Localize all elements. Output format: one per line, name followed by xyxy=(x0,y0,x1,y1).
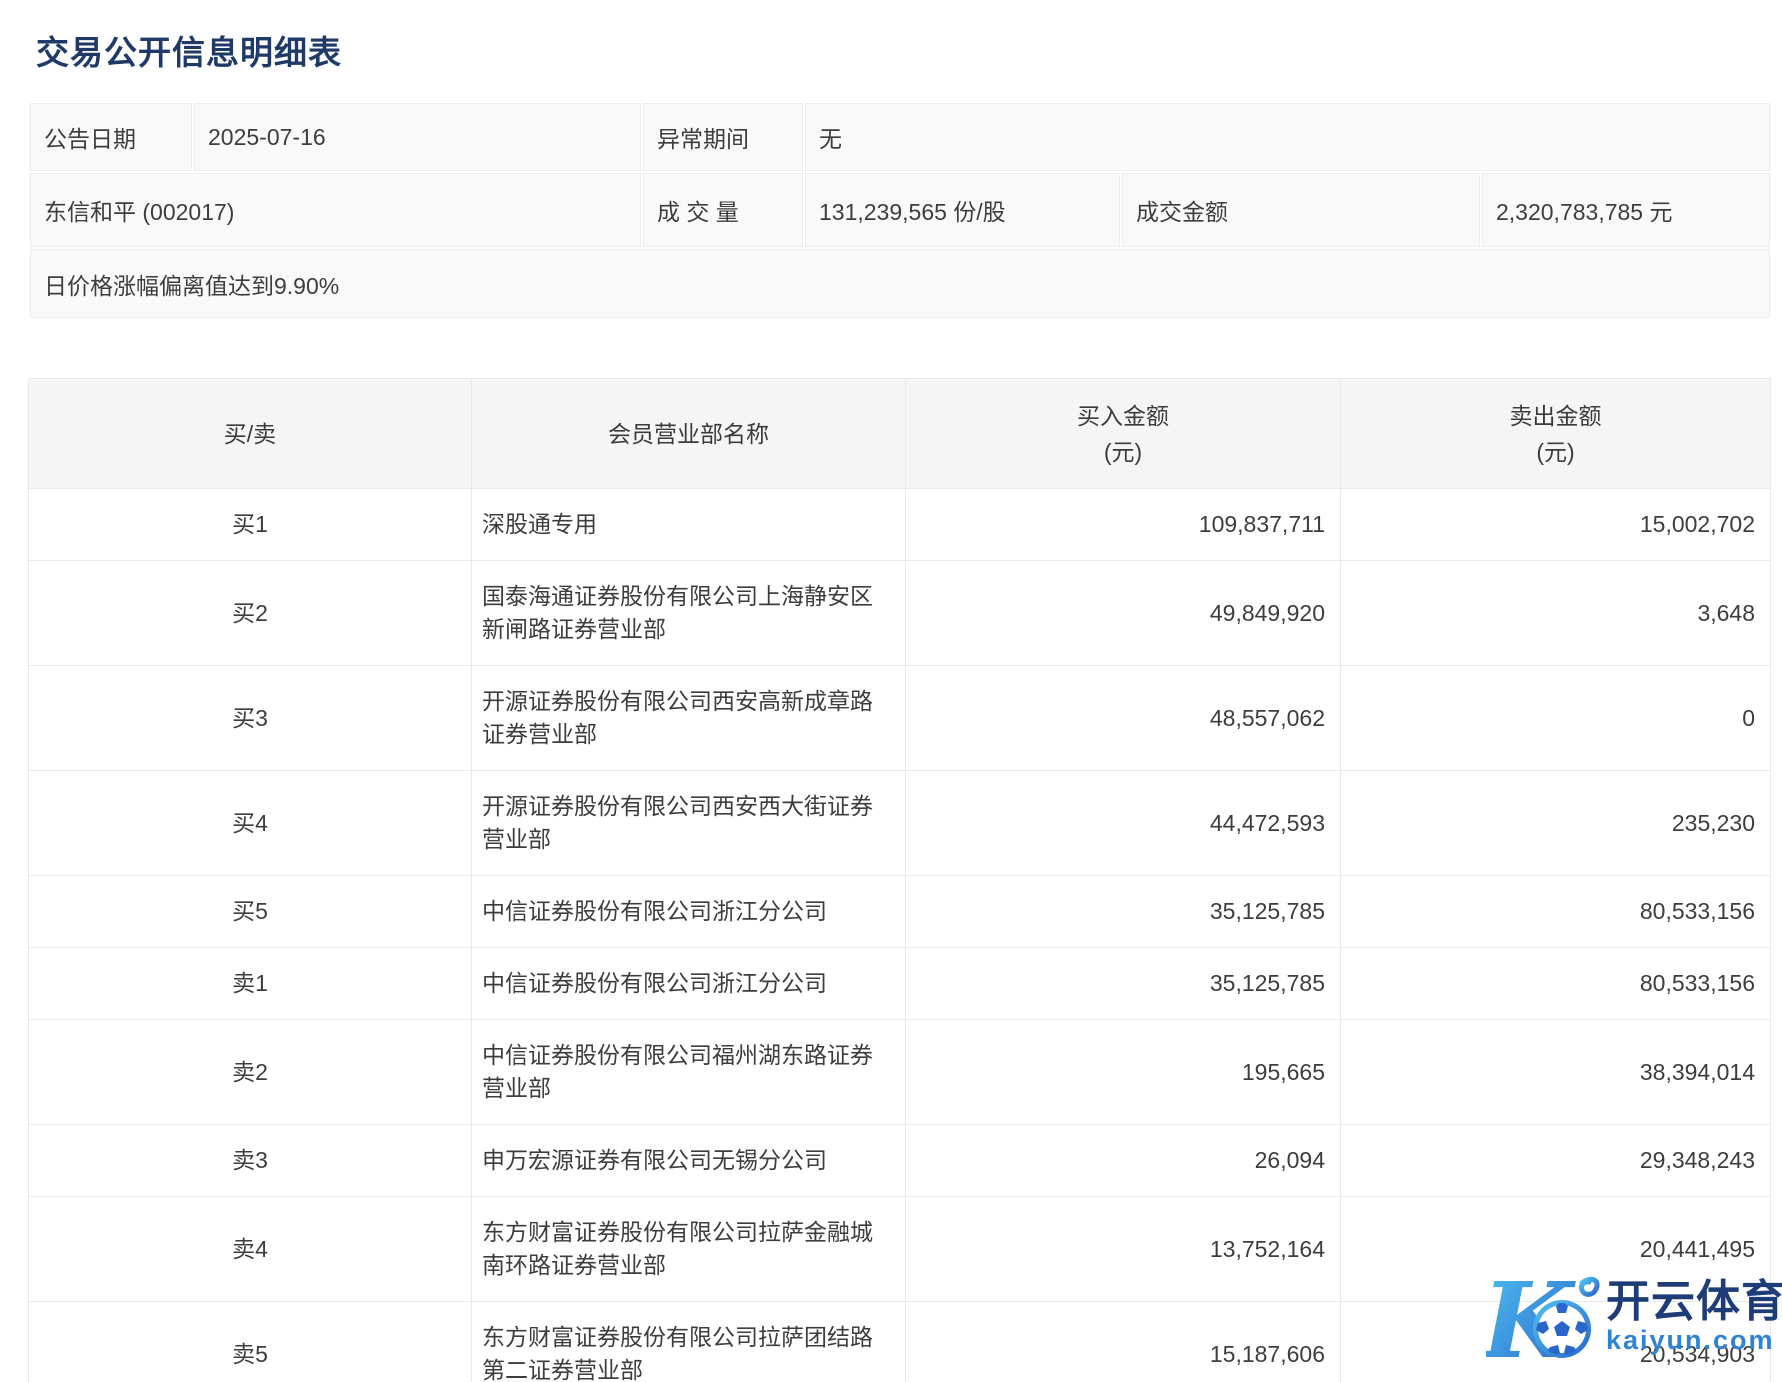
trade-disclosure-page: 交易公开信息明细表 公告日期 2025-07-16 异常期间 无 东信和平 (0… xyxy=(0,0,1782,1382)
row-branch: 东方财富证券股份有限公司拉萨团结路第二证券营业部 xyxy=(472,1302,906,1382)
page-title: 交易公开信息明细表 xyxy=(36,26,342,74)
row-buy-amount: 49,849,920 xyxy=(906,561,1341,666)
row-sell-amount: 80,533,156 xyxy=(1341,948,1771,1020)
table-row: 卖2 中信证券股份有限公司福州湖东路证券营业部 195,665 38,394,0… xyxy=(29,1020,1771,1125)
col-header-buy: 买入金额 (元) xyxy=(906,379,1341,489)
col-header-side: 买/卖 xyxy=(29,379,472,489)
row-branch: 申万宏源证券有限公司无锡分公司 xyxy=(472,1125,906,1197)
row-branch: 开源证券股份有限公司西安高新成章路证券营业部 xyxy=(472,666,906,771)
row-buy-amount: 35,125,785 xyxy=(906,876,1341,948)
col-header-branch: 会员营业部名称 xyxy=(472,379,906,489)
table-row: 买1 深股通专用 109,837,711 15,002,702 xyxy=(29,489,1771,561)
col-header-sell: 卖出金额 (元) xyxy=(1341,379,1771,489)
broker-table-header-row: 买/卖 会员营业部名称 买入金额 (元) 卖出金额 (元) xyxy=(29,379,1771,489)
row-sell-amount: 20,534,903 xyxy=(1341,1302,1771,1382)
table-row: 买5 中信证券股份有限公司浙江分公司 35,125,785 80,533,156 xyxy=(29,876,1771,948)
row-sell-amount: 20,441,495 xyxy=(1341,1197,1771,1302)
row-side: 卖1 xyxy=(29,948,472,1020)
row-branch: 中信证券股份有限公司浙江分公司 xyxy=(472,876,906,948)
row-branch: 国泰海通证券股份有限公司上海静安区新闸路证券营业部 xyxy=(472,561,906,666)
table-row: 卖3 申万宏源证券有限公司无锡分公司 26,094 29,348,243 xyxy=(29,1125,1771,1197)
row-branch: 开源证券股份有限公司西安西大街证券营业部 xyxy=(472,771,906,876)
row-buy-amount: 109,837,711 xyxy=(906,489,1341,561)
stock-name: 东信和平 (002017) xyxy=(30,173,641,247)
row-side: 买2 xyxy=(29,561,472,666)
table-row: 卖1 中信证券股份有限公司浙江分公司 35,125,785 80,533,156 xyxy=(29,948,1771,1020)
row-sell-amount: 29,348,243 xyxy=(1341,1125,1771,1197)
row-side: 卖5 xyxy=(29,1302,472,1382)
row-branch: 深股通专用 xyxy=(472,489,906,561)
broker-table: 买/卖 会员营业部名称 买入金额 (元) 卖出金额 (元) 买1 深股通专用 1… xyxy=(28,378,1771,1382)
row-side: 买4 xyxy=(29,771,472,876)
row-buy-amount: 195,665 xyxy=(906,1020,1341,1125)
row-sell-amount: 3,648 xyxy=(1341,561,1771,666)
abnormal-period-label: 异常期间 xyxy=(643,103,803,171)
row-side: 卖3 xyxy=(29,1125,472,1197)
col-header-buy-line2: (元) xyxy=(907,434,1339,470)
price-deviation-note: 日价格涨幅偏离值达到9.90% xyxy=(30,249,1770,318)
announce-date-label: 公告日期 xyxy=(30,103,192,171)
row-branch: 中信证券股份有限公司福州湖东路证券营业部 xyxy=(472,1020,906,1125)
row-buy-amount: 48,557,062 xyxy=(906,666,1341,771)
table-row: 卖5 东方财富证券股份有限公司拉萨团结路第二证券营业部 15,187,606 2… xyxy=(29,1302,1771,1382)
summary-row-date: 公告日期 2025-07-16 异常期间 无 xyxy=(30,103,1770,171)
volume-value: 131,239,565 份/股 xyxy=(805,173,1120,247)
summary-row-note: 日价格涨幅偏离值达到9.90% xyxy=(30,249,1770,318)
row-side: 卖2 xyxy=(29,1020,472,1125)
row-side: 卖4 xyxy=(29,1197,472,1302)
row-sell-amount: 0 xyxy=(1341,666,1771,771)
announce-date-value: 2025-07-16 xyxy=(194,103,641,171)
row-sell-amount: 38,394,014 xyxy=(1341,1020,1771,1125)
col-header-sell-line1: 卖出金额 xyxy=(1342,398,1769,434)
summary-row-stock: 东信和平 (002017) 成 交 量 131,239,565 份/股 成交金额… xyxy=(30,173,1770,247)
col-header-sell-line2: (元) xyxy=(1342,434,1769,470)
turnover-value: 2,320,783,785 元 xyxy=(1482,173,1770,247)
summary-table: 公告日期 2025-07-16 异常期间 无 东信和平 (002017) 成 交… xyxy=(28,101,1772,320)
turnover-label: 成交金额 xyxy=(1122,173,1480,247)
table-row: 买2 国泰海通证券股份有限公司上海静安区新闸路证券营业部 49,849,920 … xyxy=(29,561,1771,666)
table-row: 买4 开源证券股份有限公司西安西大街证券营业部 44,472,593 235,2… xyxy=(29,771,1771,876)
row-side: 买1 xyxy=(29,489,472,561)
row-sell-amount: 15,002,702 xyxy=(1341,489,1771,561)
row-sell-amount: 235,230 xyxy=(1341,771,1771,876)
abnormal-period-value: 无 xyxy=(805,103,1770,171)
row-buy-amount: 35,125,785 xyxy=(906,948,1341,1020)
row-buy-amount: 26,094 xyxy=(906,1125,1341,1197)
row-sell-amount: 80,533,156 xyxy=(1341,876,1771,948)
row-side: 买3 xyxy=(29,666,472,771)
row-branch: 中信证券股份有限公司浙江分公司 xyxy=(472,948,906,1020)
col-header-buy-line1: 买入金额 xyxy=(907,398,1339,434)
row-buy-amount: 13,752,164 xyxy=(906,1197,1341,1302)
row-side: 买5 xyxy=(29,876,472,948)
row-buy-amount: 15,187,606 xyxy=(906,1302,1341,1382)
table-row: 买3 开源证券股份有限公司西安高新成章路证券营业部 48,557,062 0 xyxy=(29,666,1771,771)
row-branch: 东方财富证券股份有限公司拉萨金融城南环路证券营业部 xyxy=(472,1197,906,1302)
volume-label: 成 交 量 xyxy=(643,173,803,247)
row-buy-amount: 44,472,593 xyxy=(906,771,1341,876)
table-row: 卖4 东方财富证券股份有限公司拉萨金融城南环路证券营业部 13,752,164 … xyxy=(29,1197,1771,1302)
